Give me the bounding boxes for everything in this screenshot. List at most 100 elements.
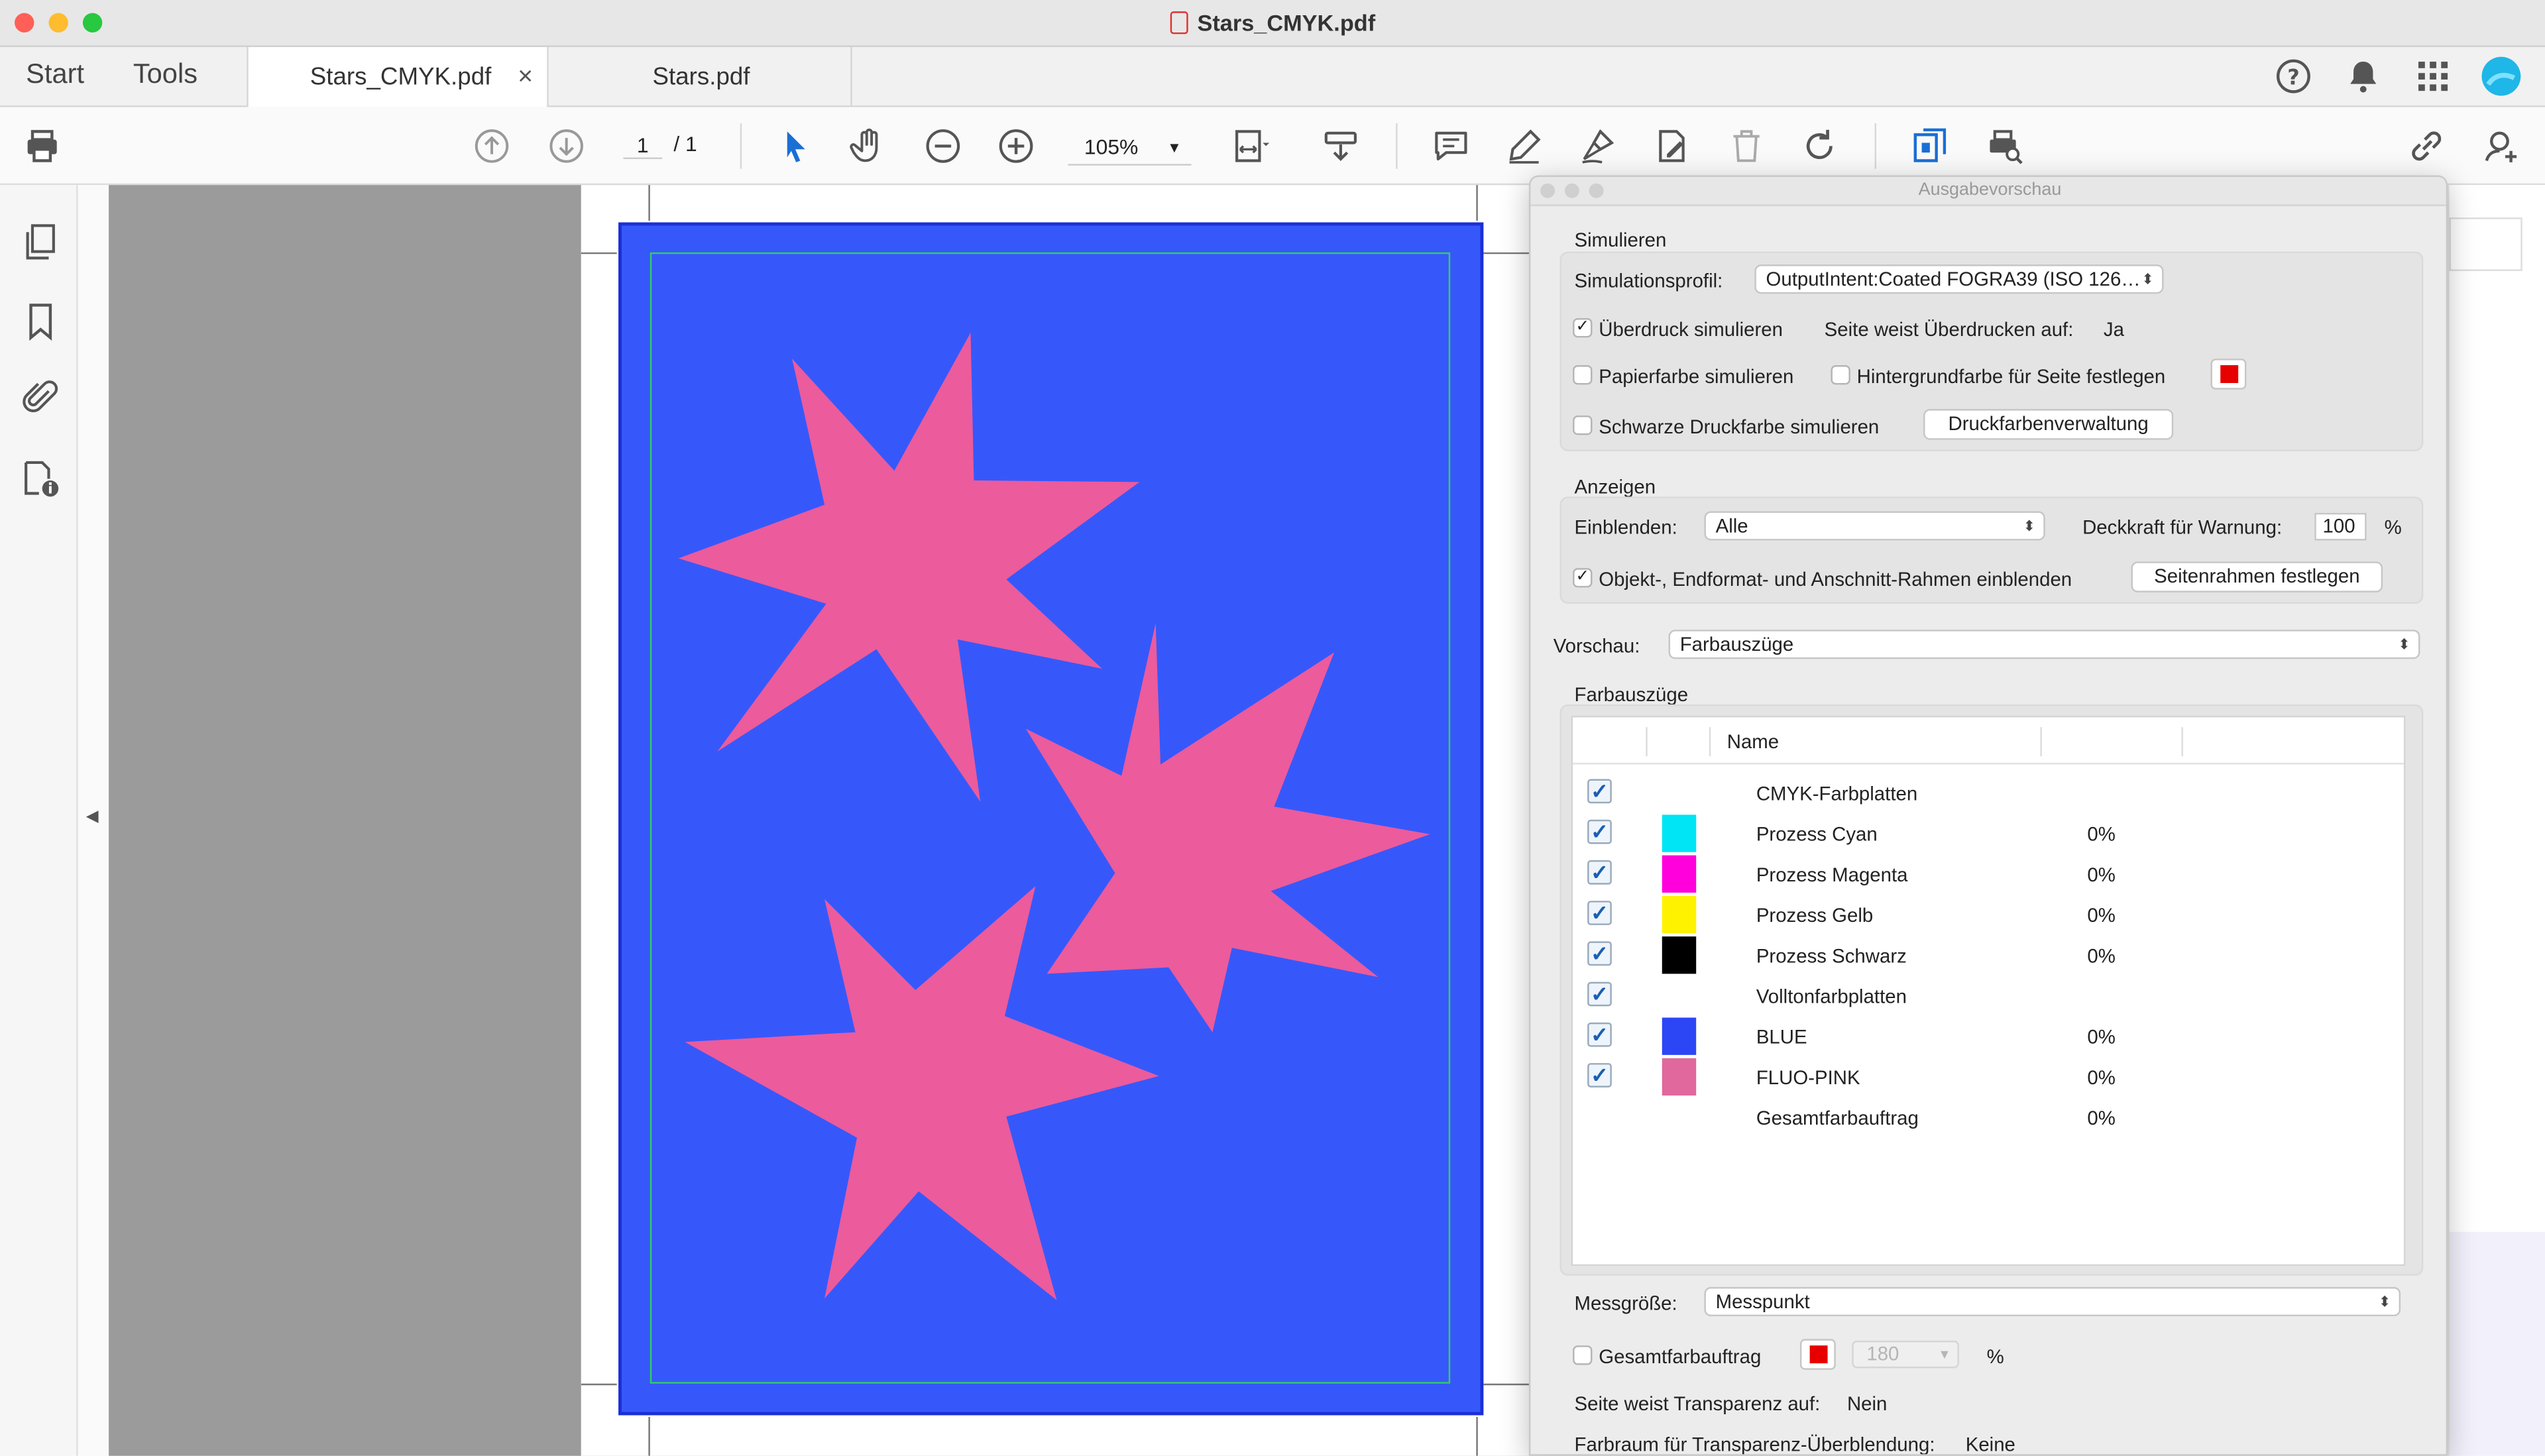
next-page-button[interactable] bbox=[543, 123, 589, 169]
list-item[interactable]: Gesamtfarbauftrag 0% bbox=[1573, 1097, 2404, 1138]
updown-arrows-icon: ⬍ bbox=[2398, 636, 2410, 653]
preview-label: Vorschau: bbox=[1553, 634, 1640, 657]
plate-checkbox[interactable]: ✓ bbox=[1587, 860, 1612, 885]
tab-stars-cmyk[interactable]: Stars_CMYK.pdf × bbox=[247, 47, 549, 107]
zoom-in-button[interactable] bbox=[993, 123, 1039, 169]
bell-icon[interactable] bbox=[2344, 57, 2383, 96]
window-title: Stars_CMYK.pdf bbox=[0, 10, 2545, 36]
edit-pdf-button[interactable] bbox=[1649, 123, 1695, 169]
page-number-input[interactable]: 1 bbox=[623, 133, 663, 160]
hand-tool-button[interactable] bbox=[846, 123, 891, 169]
list-item[interactable]: ✓ Prozess Cyan 0% bbox=[1573, 813, 2404, 854]
highlight-button[interactable] bbox=[1501, 123, 1547, 169]
rotate-button[interactable] bbox=[1797, 123, 1842, 169]
tab-close-icon[interactable]: × bbox=[518, 62, 533, 91]
plate-checkbox[interactable]: ✓ bbox=[1587, 981, 1612, 1007]
select-tool-button[interactable] bbox=[773, 123, 819, 169]
list-item[interactable]: ✓ FLUO-PINK 0% bbox=[1573, 1056, 2404, 1097]
plate-name: Prozess Schwarz bbox=[1756, 944, 1907, 968]
bg-color-swatch bbox=[2220, 365, 2239, 383]
title-bar: Stars_CMYK.pdf bbox=[0, 0, 2545, 48]
list-item[interactable]: ✓ Prozess Gelb 0% bbox=[1573, 894, 2404, 934]
nav-tools[interactable]: Tools bbox=[133, 58, 198, 91]
total-coverage-value: 180 bbox=[1866, 1342, 1899, 1365]
plate-color-swatch bbox=[1662, 936, 1697, 974]
zoom-select[interactable]: 105% ▼ bbox=[1068, 130, 1192, 166]
preview-select[interactable]: Farbauszüge ⬍ bbox=[1668, 630, 2420, 659]
paper-color-checkbox[interactable] bbox=[1573, 365, 1593, 385]
plate-coverage: 0% bbox=[2087, 863, 2116, 887]
list-item[interactable]: ✓ CMYK-Farbplatten bbox=[1573, 773, 2404, 813]
sign-button[interactable] bbox=[1575, 123, 1620, 169]
column-name-header[interactable]: Name bbox=[1727, 730, 1779, 753]
transparency-label: Seite weist Transparenz auf: bbox=[1574, 1392, 1821, 1416]
tab-stars[interactable]: Stars.pdf bbox=[550, 47, 852, 107]
print-button[interactable] bbox=[19, 123, 65, 169]
delete-button[interactable] bbox=[1724, 123, 1770, 169]
pdf-page bbox=[581, 185, 1529, 1456]
trash-icon bbox=[1733, 130, 1760, 162]
list-header: Name bbox=[1573, 717, 2404, 765]
plate-checkbox[interactable]: ✓ bbox=[1587, 779, 1612, 804]
output-preview-button[interactable] bbox=[1907, 123, 1953, 169]
prev-page-button[interactable] bbox=[469, 123, 515, 169]
blend-space-value: Keine bbox=[1965, 1433, 2015, 1456]
document-properties-icon[interactable] bbox=[19, 458, 62, 500]
sample-size-select[interactable]: Messpunkt ⬍ bbox=[1704, 1287, 2401, 1317]
list-item[interactable]: ✓ Prozess Schwarz 0% bbox=[1573, 935, 2404, 976]
total-coverage-select[interactable]: 180 ▼ bbox=[1852, 1340, 1959, 1369]
fit-page-button[interactable] bbox=[1227, 123, 1272, 169]
minus-circle-icon bbox=[926, 129, 960, 163]
list-item[interactable]: ✓ Volltonfarbplatten bbox=[1573, 976, 2404, 1016]
scroll-mode-button[interactable] bbox=[1318, 123, 1364, 169]
list-item[interactable]: ✓ BLUE 0% bbox=[1573, 1016, 2404, 1056]
black-ink-checkbox[interactable] bbox=[1573, 415, 1593, 435]
separations-list: Name ✓ CMYK-Farbplatten ✓ Prozess Cyan 0% ✓… bbox=[1571, 716, 2406, 1266]
overprint-label: Überdruck simulieren bbox=[1599, 318, 1783, 341]
black-ink-label: Schwarze Druckfarbe simulieren bbox=[1599, 415, 1880, 439]
coverage-color-swatch-button[interactable] bbox=[1799, 1339, 1836, 1370]
share-link-button[interactable] bbox=[2404, 123, 2450, 169]
plate-name: CMYK-Farbplatten bbox=[1756, 782, 1918, 805]
plate-checkbox[interactable]: ✓ bbox=[1587, 819, 1612, 844]
opacity-input[interactable]: 100 bbox=[2314, 512, 2367, 541]
cursor-arrow-icon bbox=[787, 131, 805, 162]
pages-thumbnails-icon[interactable] bbox=[19, 221, 62, 263]
opacity-unit: % bbox=[2384, 516, 2402, 539]
overprint-checkbox[interactable]: ✓ bbox=[1573, 318, 1593, 338]
total-coverage-checkbox[interactable] bbox=[1573, 1345, 1593, 1365]
bookmark-icon[interactable] bbox=[19, 300, 62, 343]
bg-color-swatch-button[interactable] bbox=[2210, 359, 2247, 390]
panel-close-button[interactable] bbox=[1540, 183, 1555, 198]
frames-checkbox[interactable]: ✓ bbox=[1573, 568, 1593, 588]
paperclip-icon[interactable] bbox=[19, 376, 62, 419]
add-user-button[interactable] bbox=[2479, 123, 2524, 169]
plate-checkbox[interactable]: ✓ bbox=[1587, 1022, 1612, 1047]
apps-grid-icon[interactable] bbox=[2414, 57, 2453, 96]
link-icon bbox=[2412, 131, 2442, 161]
zoom-out-button[interactable] bbox=[921, 123, 966, 169]
print-production-button[interactable] bbox=[1982, 123, 2027, 169]
simulation-profile-select[interactable]: OutputIntent:Coated FOGRA39 (ISO 126… ⬍ bbox=[1754, 264, 2164, 294]
bg-color-checkbox[interactable] bbox=[1831, 365, 1850, 385]
list-item[interactable]: ✓ Prozess Magenta 0% bbox=[1573, 854, 2404, 894]
show-select[interactable]: Alle ⬍ bbox=[1704, 511, 2045, 541]
comment-button[interactable] bbox=[1428, 123, 1474, 169]
nav-start[interactable]: Start bbox=[26, 58, 84, 91]
panel-minimize-button[interactable] bbox=[1564, 183, 1579, 198]
zoom-value: 105% bbox=[1084, 135, 1139, 160]
right-pane-input bbox=[2449, 217, 2522, 271]
collapse-panel-icon[interactable]: ◀ bbox=[86, 809, 99, 826]
set-page-frames-button[interactable]: Seitenrahmen festlegen bbox=[2131, 561, 2383, 592]
plate-checkbox[interactable]: ✓ bbox=[1587, 1063, 1612, 1088]
panel-zoom-button[interactable] bbox=[1589, 183, 1604, 198]
ink-manager-button[interactable]: Druckfarbenverwaltung bbox=[1923, 409, 2174, 440]
user-plus-icon bbox=[2485, 131, 2517, 162]
page-overprint-label: Seite weist Überdrucken auf: bbox=[1824, 318, 2074, 341]
plate-checkbox[interactable]: ✓ bbox=[1587, 941, 1612, 966]
rotate-icon bbox=[1806, 129, 1833, 159]
help-icon[interactable]: ? bbox=[2274, 57, 2313, 96]
avatar[interactable] bbox=[2480, 55, 2522, 97]
plate-checkbox[interactable]: ✓ bbox=[1587, 901, 1612, 925]
arrow-up-circle-icon bbox=[475, 129, 509, 163]
